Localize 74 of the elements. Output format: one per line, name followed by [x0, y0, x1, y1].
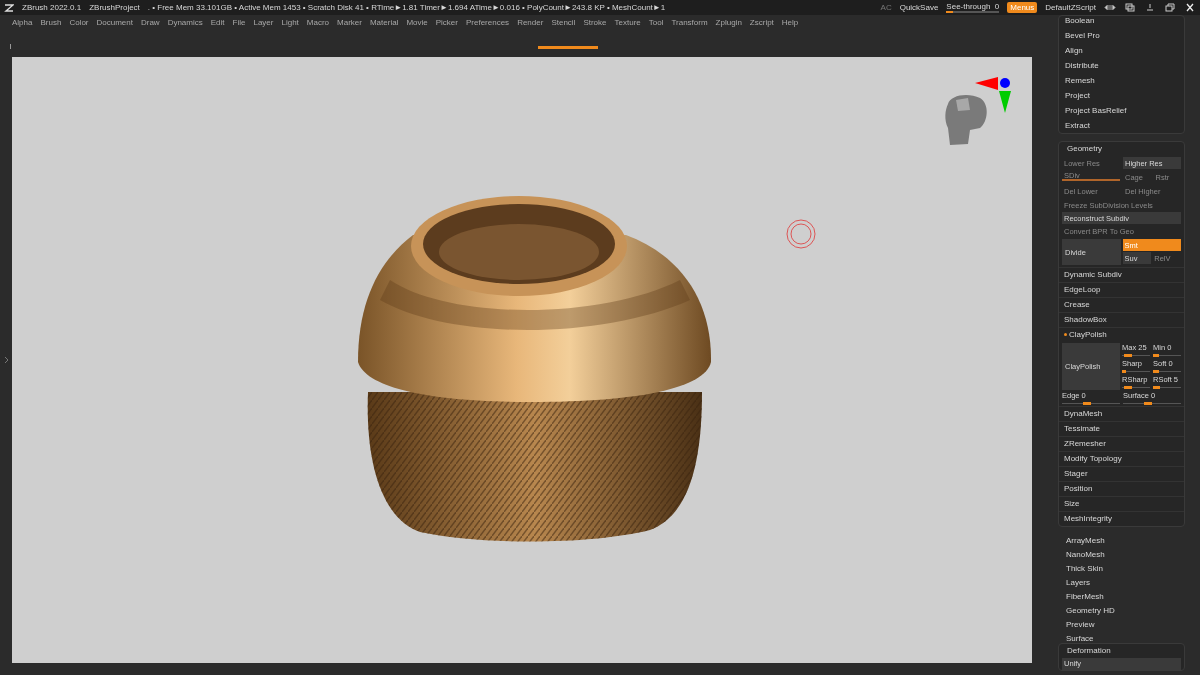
arrows-icon[interactable]	[1104, 3, 1116, 12]
menu-item[interactable]: Dynamics	[163, 18, 207, 27]
status-stats: . • Free Mem 33.101GB • Active Mem 1453 • Scratch Disk 41 • RTime►1.81 Timer►1.694 ATime►0.016 • PolyCount►243.8 KP • MeshCount►1	[147, 3, 666, 12]
menu-item[interactable]: Transform	[667, 18, 712, 27]
menu-item[interactable]: Tool	[644, 18, 668, 27]
menu-item[interactable]: Macro	[302, 18, 334, 27]
menu-item[interactable]: Movie	[402, 18, 432, 27]
menu-item[interactable]: Brush	[36, 18, 66, 27]
subpalette-header[interactable]: Modify Topology	[1059, 451, 1184, 466]
subpalette-header[interactable]: DynaMesh	[1059, 406, 1184, 421]
subpalette-header[interactable]: Position	[1059, 481, 1184, 496]
minimize-icon[interactable]	[1144, 3, 1156, 12]
subpalette-header[interactable]: MeshIntegrity	[1059, 511, 1184, 526]
ac-label: AC	[880, 3, 892, 12]
palette-item[interactable]: Extract	[1059, 118, 1184, 133]
subpalette-item[interactable]: Geometry HD	[1058, 604, 1200, 618]
palette-item[interactable]: Remesh	[1059, 73, 1184, 88]
menu-item[interactable]: Edit	[206, 18, 229, 27]
menu-item[interactable]: Light	[277, 18, 303, 27]
app-version: ZBrush 2022.0.1	[22, 3, 82, 12]
subpalette-header[interactable]: Tessimate	[1059, 421, 1184, 436]
menu-item[interactable]: Color	[65, 18, 93, 27]
palette-item[interactable]: Distribute	[1059, 58, 1184, 73]
menu-item[interactable]: Stencil	[547, 18, 580, 27]
subpalette-header[interactable]: Crease	[1059, 297, 1184, 312]
zscript-name: DefaultZScript	[1045, 3, 1096, 12]
menu-item[interactable]: Render	[513, 18, 548, 27]
subpalette-header[interactable]: ClayPolish	[1059, 327, 1184, 342]
tray-indicator	[538, 46, 598, 49]
viewport-canvas[interactable]	[12, 57, 1032, 663]
subpalette-item[interactable]: Preview	[1058, 618, 1200, 632]
deformation-header[interactable]: Deformation	[1059, 644, 1184, 658]
subpalette-item[interactable]: NanoMesh	[1058, 548, 1200, 562]
subpalette-item[interactable]: Layers	[1058, 576, 1200, 590]
menu-item[interactable]: Preferences	[462, 18, 514, 27]
menu-item[interactable]: Zplugin	[711, 18, 746, 27]
menu-item[interactable]: Document	[92, 18, 137, 27]
palette-item[interactable]: Project	[1059, 88, 1184, 103]
menu-item[interactable]: Stroke	[579, 18, 611, 27]
menu-item[interactable]: Layer	[249, 18, 278, 27]
subpalette-header[interactable]: ShadowBox	[1059, 312, 1184, 327]
subpalette-header[interactable]: ZRemesher	[1059, 436, 1184, 451]
palette-item[interactable]: Project BasRelief	[1059, 103, 1184, 118]
subpalette-header[interactable]: Stager	[1059, 466, 1184, 481]
subpalette-item[interactable]: FiberMesh	[1058, 590, 1200, 604]
close-icon[interactable]	[1184, 3, 1196, 12]
brush-cursor-icon	[786, 219, 816, 249]
quicksave-button[interactable]: QuickSave	[899, 3, 939, 12]
subpalette-header[interactable]: Size	[1059, 496, 1184, 511]
subpalette-item[interactable]: ArrayMesh	[1058, 534, 1200, 548]
geometry-header[interactable]: Geometry	[1059, 142, 1184, 156]
logo-icon	[4, 2, 14, 13]
subpalette-item[interactable]: Surface	[1058, 632, 1200, 646]
palette-item[interactable]: Boolean	[1059, 16, 1184, 28]
project-name: ZBrushProject	[89, 3, 140, 12]
palette-item[interactable]: Align	[1059, 43, 1184, 58]
menu-item[interactable]: Help	[777, 18, 803, 27]
menu-item[interactable]: Zscript	[745, 18, 778, 27]
subpalette-header[interactable]: EdgeLoop	[1059, 282, 1184, 297]
subpalette-header[interactable]: Dynamic Subdiv	[1059, 267, 1184, 282]
windows-icon[interactable]	[1124, 3, 1136, 12]
menu-item[interactable]: File	[228, 18, 250, 27]
menu-item[interactable]: Texture	[610, 18, 645, 27]
subpalette-item[interactable]: Thick Skin	[1058, 562, 1200, 576]
menu-item[interactable]: Alpha	[8, 18, 37, 27]
menu-item[interactable]: Draw	[136, 18, 164, 27]
menu-item[interactable]: Picker	[431, 18, 462, 27]
restore-icon[interactable]	[1164, 3, 1176, 12]
vase-drawing[interactable]	[358, 196, 711, 542]
head-gizmo-drawing[interactable]	[945, 77, 1011, 145]
menu-item[interactable]: Material	[365, 18, 403, 27]
palette-item[interactable]: Bevel Pro	[1059, 28, 1184, 43]
menu-item[interactable]: Marker	[333, 18, 366, 27]
see-through-slider[interactable]: See-through 0	[946, 2, 1000, 13]
